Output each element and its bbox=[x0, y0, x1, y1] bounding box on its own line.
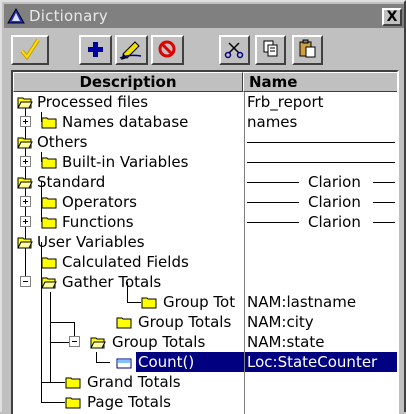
row-label: Operators bbox=[62, 193, 137, 211]
tree-row[interactable]: Standard Clarion bbox=[13, 172, 397, 192]
folder-icon bbox=[41, 217, 57, 229]
tree-row[interactable]: Functions Clarion bbox=[13, 212, 397, 232]
row-label: Page Totals bbox=[87, 393, 171, 411]
tree-row[interactable]: Names database names bbox=[13, 112, 397, 132]
no-icon bbox=[158, 40, 176, 58]
expand-icon[interactable] bbox=[20, 116, 31, 127]
row-name: NAM:city bbox=[247, 313, 314, 331]
tree-row[interactable]: Grand Totals bbox=[13, 372, 397, 392]
separator-line bbox=[247, 222, 299, 223]
folder-open-icon bbox=[17, 97, 33, 109]
collapse-icon[interactable] bbox=[20, 276, 31, 287]
description-column-header[interactable]: Description bbox=[13, 72, 243, 92]
row-name: Clarion bbox=[308, 173, 361, 191]
column-header: Description Name bbox=[13, 72, 397, 92]
folder-open-icon bbox=[17, 177, 33, 189]
tree-row[interactable]: Group Totals NAM:state bbox=[13, 332, 397, 352]
separator-line bbox=[247, 142, 395, 143]
folder-icon bbox=[65, 377, 81, 389]
cut-button[interactable] bbox=[219, 35, 250, 65]
row-label: Names database bbox=[62, 113, 189, 131]
row-label: Group Totals bbox=[138, 313, 232, 331]
row-label: Processed files bbox=[37, 93, 149, 111]
folder-icon bbox=[41, 117, 57, 129]
row-label: Group Tot bbox=[163, 293, 236, 311]
row-label: Grand Totals bbox=[87, 373, 181, 391]
folder-open-icon bbox=[17, 237, 33, 249]
row-name: NAM:state bbox=[247, 333, 325, 351]
paste-icon bbox=[299, 39, 316, 58]
separator-line bbox=[247, 202, 299, 203]
expand-icon[interactable] bbox=[20, 156, 31, 167]
folder-icon bbox=[65, 397, 81, 409]
separator-line bbox=[373, 182, 395, 183]
ok-button[interactable] bbox=[11, 35, 49, 65]
tree-row[interactable]: Processed files Frb_report bbox=[13, 92, 397, 112]
app-icon bbox=[7, 8, 25, 24]
tree-row[interactable]: User Variables bbox=[13, 232, 397, 252]
tree-row-selected[interactable]: Count() Loc:StateCounter bbox=[13, 352, 397, 372]
row-name: Loc:StateCounter bbox=[247, 353, 378, 371]
edit-button[interactable] bbox=[115, 35, 148, 65]
pencil-icon bbox=[119, 41, 142, 60]
row-name: Clarion bbox=[308, 193, 361, 211]
tree-row[interactable]: Group Tot NAM:lastname bbox=[13, 292, 397, 312]
row-label: Calculated Fields bbox=[62, 253, 189, 271]
row-name: NAM:lastname bbox=[247, 293, 357, 311]
row-name: Frb_report bbox=[247, 93, 324, 111]
tree-row[interactable]: Page Totals bbox=[13, 392, 397, 412]
copy-button[interactable] bbox=[255, 35, 286, 65]
expand-icon[interactable] bbox=[20, 216, 31, 227]
copy-icon bbox=[263, 40, 278, 57]
delete-button[interactable] bbox=[151, 35, 184, 65]
row-label: Standard bbox=[37, 173, 106, 191]
folder-icon bbox=[116, 317, 132, 329]
tree-row[interactable]: Others bbox=[13, 132, 397, 152]
row-name: names bbox=[247, 113, 298, 131]
collapse-icon[interactable] bbox=[69, 336, 80, 347]
tree-row[interactable]: Group Totals NAM:city bbox=[13, 312, 397, 332]
scissors-icon bbox=[224, 42, 244, 59]
row-label: Functions bbox=[62, 213, 134, 231]
title-bar[interactable]: Dictionary X bbox=[4, 4, 404, 28]
checkmark-icon bbox=[20, 38, 40, 61]
folder-open-icon bbox=[41, 277, 57, 289]
close-button[interactable]: X bbox=[382, 8, 402, 26]
row-label: User Variables bbox=[37, 233, 145, 251]
window-title: Dictionary bbox=[29, 7, 108, 25]
add-button[interactable] bbox=[79, 35, 112, 65]
dictionary-tree[interactable]: Description Name Processed files Frb_rep… bbox=[11, 70, 399, 414]
folder-icon bbox=[41, 157, 57, 169]
folder-open-icon bbox=[90, 337, 106, 349]
field-icon bbox=[116, 358, 132, 369]
selection-highlight: Count() Loc:StateCounter bbox=[136, 352, 397, 372]
separator-line bbox=[247, 162, 395, 163]
folder-open-icon bbox=[17, 137, 33, 149]
paste-button[interactable] bbox=[292, 35, 323, 65]
row-label: Built-in Variables bbox=[62, 153, 189, 171]
row-name: Clarion bbox=[308, 213, 361, 231]
tree-row[interactable]: Operators Clarion bbox=[13, 192, 397, 212]
tree-row[interactable]: Calculated Fields bbox=[13, 252, 397, 272]
row-label: Group Totals bbox=[112, 333, 206, 351]
tree-row[interactable]: Built-in Variables bbox=[13, 152, 397, 172]
plus-icon bbox=[88, 42, 103, 57]
row-label: Others bbox=[37, 133, 88, 151]
separator-line bbox=[373, 202, 395, 203]
separator-line bbox=[373, 222, 395, 223]
expand-icon[interactable] bbox=[20, 196, 31, 207]
dictionary-window: Dictionary X Description Name Processed … bbox=[0, 0, 406, 414]
row-label: Count() bbox=[138, 353, 195, 371]
row-label: Gather Totals bbox=[62, 273, 162, 291]
tree-row[interactable]: Gather Totals bbox=[13, 272, 397, 292]
separator-line bbox=[247, 182, 299, 183]
folder-icon bbox=[41, 257, 57, 269]
name-column-header[interactable]: Name bbox=[243, 72, 397, 92]
column-divider bbox=[244, 92, 245, 414]
folder-icon bbox=[41, 197, 57, 209]
folder-icon bbox=[141, 297, 157, 309]
